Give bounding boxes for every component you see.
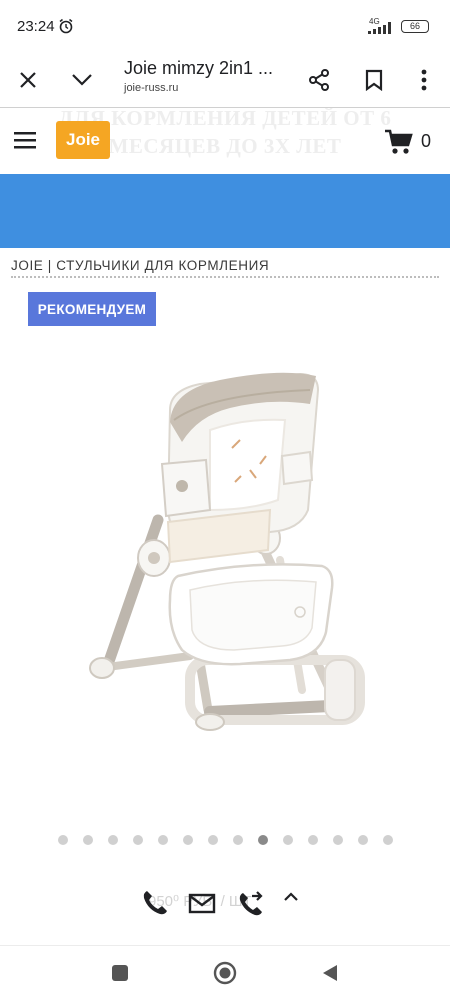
carousel-dot[interactable] <box>82 835 93 845</box>
back-icon <box>323 965 337 981</box>
browser-toolbar: Joie mimzy 2in1 ... joie-russ.ru <box>0 52 450 108</box>
chevron-down-icon <box>72 74 92 86</box>
site-header: ДЛЯ КОРМЛЕНИЯ ДЕТЕЙ ОТ 6 МЕСЯЦЕВ ДО 3Х Л… <box>0 108 450 174</box>
more-button[interactable] <box>408 64 440 96</box>
carousel-dot[interactable] <box>57 835 68 845</box>
signal-icon <box>368 22 391 34</box>
recents-button[interactable] <box>107 960 133 986</box>
close-icon <box>20 72 36 88</box>
product-image[interactable] <box>70 360 370 780</box>
carousel-dot[interactable] <box>182 835 193 845</box>
carousel-dot[interactable] <box>232 835 243 845</box>
carousel-dot[interactable] <box>282 835 293 845</box>
status-time: 23:24 <box>17 18 55 35</box>
status-bar: 23:24 4G 66 <box>0 0 450 52</box>
menu-icon[interactable] <box>14 130 38 150</box>
recents-icon <box>112 965 128 981</box>
carousel-dot[interactable] <box>107 835 118 845</box>
carousel-dot[interactable] <box>257 835 268 845</box>
close-button[interactable] <box>12 64 44 96</box>
carousel-dot[interactable] <box>132 835 143 845</box>
page-url: joie-russ.ru <box>124 82 179 94</box>
back-button[interactable] <box>317 960 343 986</box>
home-button[interactable] <box>212 960 238 986</box>
breadcrumb-divider <box>11 276 439 278</box>
site-logo[interactable]: Joie <box>56 121 110 159</box>
cart-icon[interactable] <box>384 128 414 156</box>
carousel-dot[interactable] <box>307 835 318 845</box>
carousel-dot[interactable] <box>157 835 168 845</box>
phone-forward-icon[interactable] <box>236 888 266 918</box>
phone-icon[interactable] <box>140 888 170 918</box>
page-info-button[interactable] <box>66 64 98 96</box>
recommend-badge: РЕКОМЕНДУЕМ <box>28 292 156 326</box>
carousel-dot[interactable] <box>207 835 218 845</box>
page-title: Joie mimzy 2in1 ... <box>124 58 274 78</box>
home-icon <box>213 961 237 985</box>
share-icon <box>309 69 329 91</box>
mail-icon[interactable] <box>187 888 217 918</box>
breadcrumb[interactable]: JOIE | СТУЛЬЧИКИ ДЛЯ КОРМЛЕНИЯ <box>11 258 269 273</box>
bookmark-icon <box>365 69 383 91</box>
battery-icon: 66 <box>401 20 429 33</box>
carousel-dot[interactable] <box>332 835 343 845</box>
cart-count: 0 <box>421 131 432 151</box>
share-button[interactable] <box>303 64 335 96</box>
bookmark-button[interactable] <box>358 64 390 96</box>
promo-banner <box>0 174 450 248</box>
system-nav-bar <box>0 946 450 1000</box>
chevron-up-icon[interactable] <box>282 888 300 918</box>
alarm-icon <box>59 18 73 34</box>
carousel-dot[interactable] <box>357 835 368 845</box>
more-vert-icon <box>421 69 427 91</box>
carousel-dot[interactable] <box>382 835 393 845</box>
carousel-dots <box>0 835 450 845</box>
